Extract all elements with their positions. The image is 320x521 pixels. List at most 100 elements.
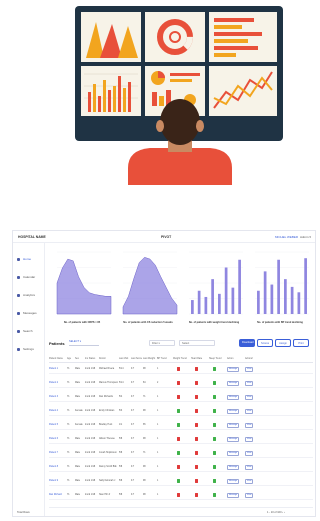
assign-button[interactable]: Assign [275, 339, 291, 347]
patient-name-link[interactable]: Patient 6 [49, 438, 58, 440]
column-header[interactable]: Doctor [99, 358, 106, 360]
view-button[interactable]: View [245, 492, 254, 498]
insurance-cell: Insrd 1/18 [85, 493, 96, 496]
column-header[interactable]: Action [227, 358, 233, 360]
message-button[interactable]: Message [227, 380, 240, 386]
view-button[interactable]: View [245, 408, 254, 414]
admin-dropdown[interactable]: Admin ▾ [300, 235, 311, 239]
message-button[interactable]: Message [227, 366, 240, 372]
last-visit-cell: 5/14 [119, 381, 124, 384]
bp-cell: 1 [157, 493, 159, 496]
table-row[interactable]: Patient 6 71 Male Insrd 1/18 Allison Therese… [49, 434, 313, 444]
bar-chart-3 [189, 251, 243, 315]
table-row[interactable]: Patient 8 71 Male Insrd 1/18 Danny Smith BIE… [49, 462, 313, 472]
view-button[interactable]: View [245, 478, 254, 484]
table-row[interactable]: Dan Richard 71 Male Insrd 1/18 Stan Hill Jr 5… [49, 490, 313, 500]
pagination[interactable]: 1 - 10 of 100 ‹ › [267, 511, 285, 514]
weight-cell: 71 [143, 451, 146, 454]
message-button[interactable]: Message [227, 422, 240, 428]
user-menu[interactable]: MICHEL WEBER [275, 235, 298, 239]
message-button[interactable]: Message [227, 464, 240, 470]
status-indicator [177, 437, 180, 441]
settings-icon [17, 347, 20, 351]
weight-cell: 98 [143, 367, 146, 370]
column-header[interactable]: Age [67, 358, 71, 360]
person-head [160, 99, 200, 145]
score-cell: 9.7 [131, 367, 135, 370]
message-button[interactable]: Message [227, 394, 240, 400]
patient-name-link[interactable]: Patient 7 [49, 452, 58, 454]
column-header[interactable]: Patient Name [49, 358, 63, 360]
column-header[interactable]: Ins Status [85, 358, 95, 360]
bar [204, 296, 208, 314]
sidebar-item-analytics[interactable]: Analytics [17, 293, 43, 299]
column-header[interactable]: Sleep Trend [209, 358, 221, 360]
view-button[interactable]: View [245, 436, 254, 442]
insurance-cell: Insrd 1/18 [85, 451, 96, 454]
column-header[interactable]: Last Visit [119, 358, 128, 360]
sidebar-item-messages[interactable]: Messages [17, 311, 43, 317]
sidebar-item-label: Home [23, 257, 32, 261]
column-header[interactable]: Action2 [245, 358, 253, 360]
table-row[interactable]: Patient 1 71 Male Insrd 1/18 Michael Rivera 5… [49, 364, 313, 374]
bar [277, 259, 280, 314]
person-body [128, 148, 232, 185]
view-button[interactable]: View [245, 394, 254, 400]
table-footer: Total Rows 1 - 10 of 100 ‹ › [17, 507, 313, 515]
status-indicator [177, 479, 180, 483]
page-root: HOSPITAL NAME PIVOT MICHEL WEBER Admin ▾… [0, 0, 320, 521]
weight-cell: 71 [143, 395, 146, 398]
message-button[interactable]: Message [227, 408, 240, 414]
patient-name-link[interactable]: Patient 3 [49, 396, 58, 398]
bar [191, 300, 194, 314]
table-row[interactable]: Patient 7 71 Male Insrd 1/18 Jonah Hopkinson… [49, 448, 313, 458]
message-button[interactable]: Message [227, 450, 240, 456]
patient-name-link[interactable]: Patient 1 [49, 368, 58, 370]
table-row[interactable]: Patient 5 71 Female Insrd 1/18 Bradley Hunt 1… [49, 420, 313, 430]
column-header[interactable]: Heart Rate [191, 358, 202, 360]
doctor-cell: Danny Smith BIE [99, 465, 117, 468]
view-button[interactable]: View [245, 380, 254, 386]
patient-name-link[interactable]: Patient 8 [49, 466, 58, 468]
column-header[interactable]: Last Weight [143, 358, 155, 360]
view-button[interactable]: View [245, 422, 254, 428]
sidebar-item-settings[interactable]: Settings [17, 347, 43, 353]
weight-cell: 98 [143, 465, 146, 468]
doctor-cell: Michael Rivera [99, 367, 115, 370]
patient-name-link[interactable]: Patient 2 [49, 382, 58, 384]
scores-button[interactable]: Scores [257, 339, 273, 347]
patient-name-link[interactable]: Patient 4 [49, 410, 58, 412]
print-button[interactable]: Print [293, 339, 309, 347]
patient-name-link[interactable]: Patient 9 [49, 480, 58, 482]
select-filter[interactable]: Select [179, 340, 215, 346]
sidebar-item-home[interactable]: Home [17, 257, 43, 263]
search-icon [17, 329, 20, 333]
patient-name-link[interactable]: Patient 5 [49, 424, 58, 426]
sidebar-item-calendar[interactable]: Calendar [17, 275, 43, 281]
column-header[interactable]: BP Trend [157, 358, 167, 360]
column-header[interactable]: Weight Trend [173, 358, 187, 360]
message-button[interactable]: Message [227, 492, 240, 498]
table-row[interactable]: Patient 3 71 Male Insrd 1/18 Dan Richards 5/4… [49, 392, 313, 402]
insurance-cell: Insrd 1/18 [85, 465, 96, 468]
table-row[interactable]: Patient 9 71 Male Insrd 1/18 Sally Deborah J… [49, 476, 313, 486]
sidebar-item-search[interactable]: Search [17, 329, 43, 335]
filter-dropdown[interactable]: Filter ▾ [149, 340, 175, 346]
message-button[interactable]: Message [227, 436, 240, 442]
view-button[interactable]: View [245, 450, 254, 456]
age-cell: 71 [67, 437, 70, 440]
download-button[interactable]: Download [239, 339, 255, 347]
sex-cell: Male [75, 493, 80, 496]
table-row[interactable]: Patient 2 71 Male Insrd 1/18 Marcus Thompson… [49, 378, 313, 388]
view-button[interactable]: View [245, 366, 254, 372]
column-header[interactable]: Sex [75, 358, 79, 360]
message-button[interactable]: Message [227, 478, 240, 484]
last-visit-cell: 5/3 [119, 409, 123, 412]
patient-name-link[interactable]: Dan Richard [49, 494, 62, 496]
table-row[interactable]: Patient 4 71 Female Insrd 1/18 Emily Christi… [49, 406, 313, 416]
status-indicator [213, 395, 216, 399]
column-header[interactable]: Last Score [131, 358, 142, 360]
status-indicator [177, 493, 180, 497]
select-dropdown[interactable]: SELECT ▾ [69, 340, 99, 346]
view-button[interactable]: View [245, 464, 254, 470]
